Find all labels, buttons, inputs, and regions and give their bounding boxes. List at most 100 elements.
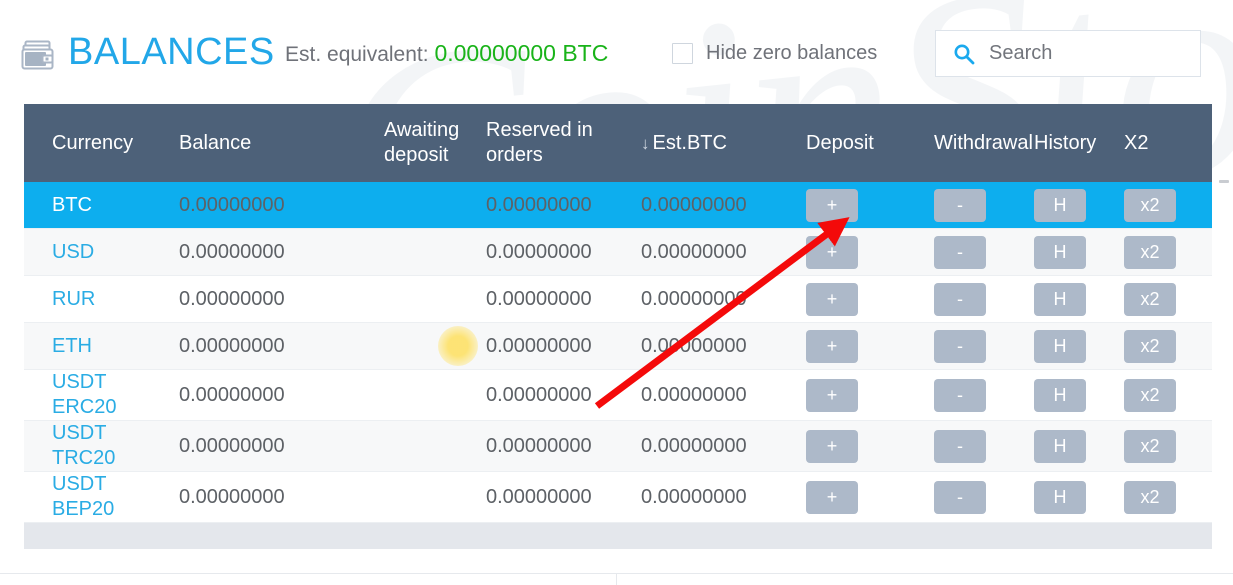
deposit-plus-button[interactable]: +	[806, 282, 858, 316]
cell-withdrawal: -	[934, 275, 1034, 323]
page-title: BALANCES	[68, 31, 275, 73]
cell-currency: ETH	[24, 322, 179, 370]
table-row[interactable]: BTC 0.00000000 0.00000000 0.00000000 + - Hx2	[24, 182, 1212, 229]
table-footer-bar	[24, 523, 1212, 549]
column-header-reserved-in-orders[interactable]: Reserved in orders	[486, 104, 641, 182]
cell-withdrawal: -	[934, 228, 1034, 276]
withdrawal-minus-button[interactable]: -	[934, 329, 986, 363]
cell-history: H	[1034, 182, 1124, 229]
cell-x2: x2	[1124, 228, 1212, 276]
cell-est-btc: 0.00000000	[641, 471, 806, 523]
hide-zero-balances-toggle[interactable]: Hide zero balances	[672, 39, 877, 67]
currency-link[interactable]: ETH	[52, 334, 92, 359]
hide-zero-balances-checkbox[interactable]	[672, 42, 693, 64]
history-button[interactable]: H	[1034, 480, 1086, 514]
search-icon	[953, 43, 975, 65]
cell-currency: RUR	[24, 275, 179, 323]
x2-button[interactable]: x2	[1124, 235, 1176, 269]
table-row[interactable]: ETH 0.00000000 0.00000000 0.00000000 + - Hx2	[24, 322, 1212, 370]
withdrawal-minus-button[interactable]: -	[934, 378, 986, 412]
column-header-withdrawal: Withdrawal	[934, 104, 1034, 182]
currency-link[interactable]: USDT TRC20	[52, 421, 115, 471]
column-header-reserved-in-orders-label: Reserved in orders	[486, 119, 593, 166]
cell-awaiting-deposit	[384, 322, 486, 370]
withdrawal-minus-button[interactable]: -	[934, 429, 986, 463]
cell-balance: 0.00000000	[179, 420, 384, 472]
currency-link[interactable]: RUR	[52, 287, 95, 312]
cell-history: H	[1034, 322, 1124, 370]
cell-withdrawal: -	[934, 420, 1034, 472]
cell-currency: USDT BEP20	[24, 471, 179, 523]
cell-est-btc: 0.00000000	[641, 369, 806, 421]
cell-history: H	[1034, 471, 1124, 523]
cell-awaiting-deposit	[384, 471, 486, 523]
history-button[interactable]: H	[1034, 282, 1086, 316]
estimated-equivalent: Est. equivalent: 0.00000000 BTC	[285, 38, 608, 70]
withdrawal-minus-button[interactable]: -	[934, 235, 986, 269]
estimated-equivalent-label: Est. equivalent:	[285, 43, 429, 66]
history-button[interactable]: H	[1034, 429, 1086, 463]
scroll-edge-mark	[1219, 180, 1229, 183]
table-row[interactable]: USDT ERC20 0.00000000 0.00000000 0.00000000 +…	[24, 369, 1212, 421]
history-button[interactable]: H	[1034, 235, 1086, 269]
withdrawal-minus-button[interactable]: -	[934, 188, 986, 222]
currency-link[interactable]: USDT ERC20	[52, 370, 116, 420]
cell-balance: 0.00000000	[179, 369, 384, 421]
cell-est-btc: 0.00000000	[641, 228, 806, 276]
cell-x2: x2	[1124, 322, 1212, 370]
history-button[interactable]: H	[1034, 188, 1086, 222]
cell-deposit: +	[806, 182, 934, 229]
table-row[interactable]: RUR 0.00000000 0.00000000 0.00000000 + - Hx2	[24, 275, 1212, 323]
cell-est-btc: 0.00000000	[641, 182, 806, 229]
x2-button[interactable]: x2	[1124, 282, 1176, 316]
table-row[interactable]: USDT TRC20 0.00000000 0.00000000 0.00000000 +…	[24, 420, 1212, 472]
deposit-plus-button[interactable]: +	[806, 235, 858, 269]
x2-button[interactable]: x2	[1124, 429, 1176, 463]
search-box[interactable]	[935, 30, 1201, 77]
x2-button[interactable]: x2	[1124, 378, 1176, 412]
deposit-plus-button[interactable]: +	[806, 329, 858, 363]
cell-balance: 0.00000000	[179, 228, 384, 276]
cell-history: H	[1034, 420, 1124, 472]
column-header-x2: X2	[1124, 104, 1212, 182]
column-header-currency[interactable]: Currency	[24, 104, 179, 182]
bottom-divider-vertical	[616, 573, 617, 585]
currency-link[interactable]: BTC	[52, 193, 92, 218]
cell-reserved-in-orders: 0.00000000	[486, 420, 641, 472]
column-header-awaiting-deposit[interactable]: Awaiting deposit	[384, 104, 486, 182]
table-row[interactable]: USD 0.00000000 0.00000000 0.00000000 + - Hx2	[24, 228, 1212, 276]
cell-balance: 0.00000000	[179, 322, 384, 370]
deposit-plus-button[interactable]: +	[806, 188, 858, 222]
cell-deposit: +	[806, 228, 934, 276]
x2-button[interactable]: x2	[1124, 188, 1176, 222]
cell-withdrawal: -	[934, 369, 1034, 421]
cell-x2: x2	[1124, 420, 1212, 472]
cell-history: H	[1034, 369, 1124, 421]
cell-deposit: +	[806, 322, 934, 370]
cell-currency: USDT TRC20	[24, 420, 179, 472]
cell-withdrawal: -	[934, 322, 1034, 370]
deposit-plus-button[interactable]: +	[806, 429, 858, 463]
history-button[interactable]: H	[1034, 329, 1086, 363]
cell-awaiting-deposit	[384, 369, 486, 421]
cell-awaiting-deposit	[384, 182, 486, 229]
x2-button[interactable]: x2	[1124, 329, 1176, 363]
currency-link[interactable]: USDT BEP20	[52, 472, 114, 522]
x2-button[interactable]: x2	[1124, 480, 1176, 514]
withdrawal-minus-button[interactable]: -	[934, 480, 986, 514]
table-row[interactable]: USDT BEP20 0.00000000 0.00000000 0.00000000 +…	[24, 471, 1212, 523]
cell-reserved-in-orders: 0.00000000	[486, 275, 641, 323]
sort-arrow-down-icon: ↓	[641, 133, 650, 153]
column-header-est-btc[interactable]: ↓ Est.BTC	[641, 104, 806, 182]
deposit-plus-button[interactable]: +	[806, 378, 858, 412]
currency-link[interactable]: USD	[52, 240, 94, 265]
cell-reserved-in-orders: 0.00000000	[486, 369, 641, 421]
withdrawal-minus-button[interactable]: -	[934, 282, 986, 316]
deposit-plus-button[interactable]: +	[806, 480, 858, 514]
search-input[interactable]	[989, 42, 1174, 65]
bottom-divider	[0, 573, 1233, 574]
column-header-balance[interactable]: Balance	[179, 104, 384, 182]
cell-withdrawal: -	[934, 182, 1034, 229]
history-button[interactable]: H	[1034, 378, 1086, 412]
column-header-deposit: Deposit	[806, 104, 934, 182]
